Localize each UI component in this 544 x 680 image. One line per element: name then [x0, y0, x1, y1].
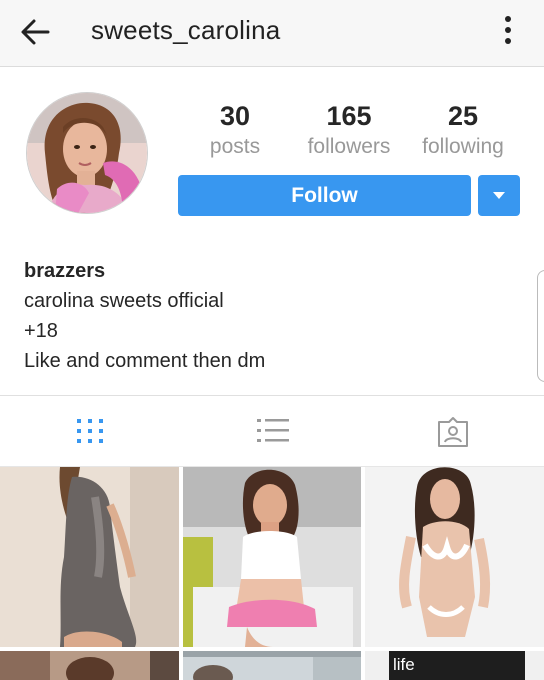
- suggestions-dropdown-button[interactable]: [478, 175, 520, 216]
- caret-down-icon: [493, 192, 505, 199]
- edge-panel-handle[interactable]: [537, 270, 544, 382]
- bio-line: +18: [24, 320, 58, 342]
- posts-stat: 30 posts: [190, 100, 280, 162]
- tab-tagged-photos[interactable]: [362, 396, 543, 466]
- tab-list-view[interactable]: [181, 396, 362, 466]
- post-caption-text: life: [393, 655, 415, 674]
- more-options-button[interactable]: [494, 12, 522, 52]
- bio-line: Like and comment then dm: [24, 350, 266, 372]
- posts-count: 30: [219, 101, 251, 131]
- top-bar: sweets_carolina: [0, 0, 544, 67]
- post-image: [365, 467, 544, 647]
- post-thumbnail[interactable]: [183, 467, 361, 647]
- vertical-ellipsis-icon: [494, 16, 522, 44]
- list-icon: [257, 419, 289, 442]
- profile-tab-bar: [0, 395, 544, 467]
- post-image: [183, 467, 361, 647]
- photo-grid: life: [0, 467, 544, 680]
- following-label: following: [422, 135, 504, 158]
- followers-label: followers: [307, 135, 391, 158]
- followers-count: 165: [326, 101, 372, 131]
- post-thumbnail[interactable]: life: [365, 651, 544, 680]
- back-button[interactable]: [18, 14, 58, 50]
- follow-button[interactable]: Follow: [178, 175, 471, 216]
- followers-stat[interactable]: 165 followers: [300, 100, 398, 162]
- bio-name: brazzers: [24, 260, 106, 282]
- arrow-left-icon: [21, 19, 50, 45]
- avatar-photo: [27, 93, 147, 213]
- post-thumbnail[interactable]: [0, 651, 179, 680]
- post-image: [0, 467, 179, 647]
- bio-line: carolina sweets official: [24, 290, 224, 312]
- post-thumbnail[interactable]: [183, 651, 361, 680]
- post-image: [183, 651, 361, 680]
- following-stat[interactable]: 25 following: [414, 100, 512, 162]
- tagged-photos-icon: [438, 417, 468, 447]
- profile-bio: brazzers carolina sweets official +18 Li…: [24, 256, 265, 376]
- profile-username: sweets_carolina: [91, 15, 281, 45]
- profile-avatar[interactable]: [26, 92, 148, 214]
- post-image: [0, 651, 179, 680]
- post-thumbnail[interactable]: [365, 467, 544, 647]
- caption-card: life: [389, 651, 525, 680]
- grid-icon: [77, 419, 103, 443]
- posts-label: posts: [209, 135, 261, 158]
- post-thumbnail[interactable]: [0, 467, 179, 647]
- following-count: 25: [447, 101, 479, 131]
- tab-grid-view[interactable]: [0, 396, 181, 466]
